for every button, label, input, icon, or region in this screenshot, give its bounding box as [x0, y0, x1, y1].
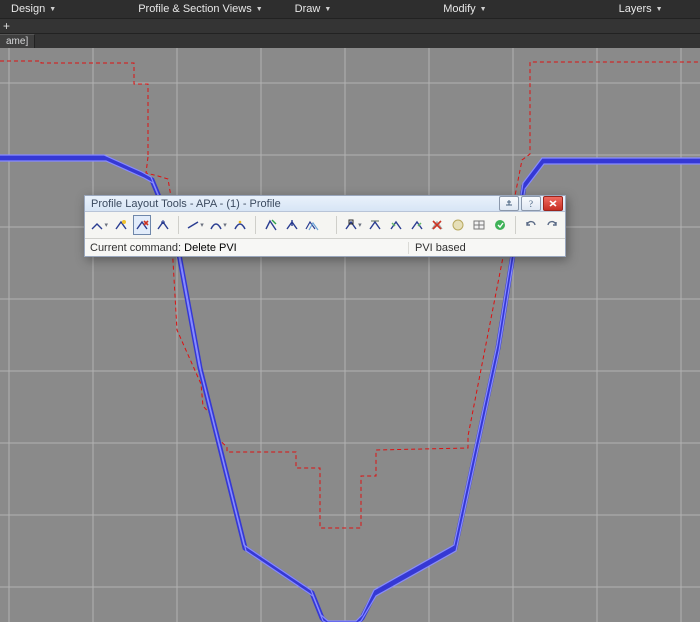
- raise-lower-pvi-icon[interactable]: [283, 215, 301, 235]
- menu-modify[interactable]: Modify▼: [437, 0, 492, 18]
- submenu-strip: +: [0, 18, 700, 34]
- chevron-down-icon: ▼: [656, 6, 663, 13]
- status-bar: Current command: Delete PVI PVI based: [85, 239, 565, 256]
- profile-canvas: [0, 48, 700, 622]
- pvi-station-icon[interactable]: [366, 215, 384, 235]
- status-label: Current command: Delete PVI: [85, 242, 237, 254]
- chevron-down-icon: ▼: [49, 6, 56, 13]
- fixed-curve-icon[interactable]: ▾: [208, 215, 228, 235]
- insert-pvi-icon[interactable]: [112, 215, 130, 235]
- profile-properties-icon[interactable]: [491, 215, 509, 235]
- separator: [178, 216, 179, 234]
- convert-tangent-icon[interactable]: [262, 215, 280, 235]
- chevron-down-icon: ▼: [324, 6, 331, 13]
- menu-draw[interactable]: Draw▼: [289, 0, 338, 18]
- menu-bar: Design▼ Profile & Section Views▼ Draw▼ M…: [0, 0, 700, 18]
- undo-icon[interactable]: [522, 215, 540, 235]
- float-curve-icon[interactable]: [231, 215, 249, 235]
- svg-text:?: ?: [529, 199, 533, 208]
- profile-grid-view-icon[interactable]: [470, 215, 488, 235]
- help-icon[interactable]: ?: [521, 196, 541, 211]
- redo-icon[interactable]: [543, 215, 561, 235]
- edit-best-fit-icon[interactable]: [449, 215, 467, 235]
- draw-tangent-icon[interactable]: ▾: [89, 215, 109, 235]
- select-pvi-icon[interactable]: ▾: [343, 215, 363, 235]
- chevron-down-icon: ▼: [256, 6, 263, 13]
- chevron-down-icon: ▾: [358, 221, 362, 229]
- delete-pvi-icon[interactable]: [133, 215, 151, 235]
- pin-icon[interactable]: [499, 196, 519, 211]
- plus-icon[interactable]: +: [0, 19, 10, 33]
- profile-viewport[interactable]: Profile Layout Tools - APA - (1) - Profi…: [0, 48, 700, 622]
- chevron-down-icon: ▾: [223, 221, 227, 229]
- menu-design[interactable]: Design▼: [5, 0, 62, 18]
- chevron-down-icon: ▼: [480, 6, 487, 13]
- window-titlebar[interactable]: Profile Layout Tools - APA - (1) - Profi…: [85, 196, 565, 212]
- pvi-grade-in-icon[interactable]: [387, 215, 405, 235]
- delete-entity-icon[interactable]: [429, 215, 447, 235]
- pvi-grade-out-icon[interactable]: [408, 215, 426, 235]
- status-mode: PVI based: [408, 242, 565, 254]
- separator: [255, 216, 256, 234]
- copy-profile-icon[interactable]: [304, 215, 322, 235]
- separator: [336, 216, 337, 234]
- menu-profile-section-views[interactable]: Profile & Section Views▼: [132, 0, 268, 18]
- toolbar: ▾ ▾ ▾ ▾: [85, 212, 565, 239]
- close-icon[interactable]: [543, 196, 563, 211]
- separator: [515, 216, 516, 234]
- profile-layout-tools-window[interactable]: Profile Layout Tools - APA - (1) - Profi…: [84, 195, 566, 257]
- drawing-tab[interactable]: ame]: [0, 34, 35, 48]
- fixed-tangent-icon[interactable]: ▾: [185, 215, 205, 235]
- chevron-down-icon: ▾: [104, 221, 108, 229]
- move-pvi-icon[interactable]: [154, 215, 172, 235]
- drawing-tab-strip: ame]: [0, 34, 700, 48]
- window-title: Profile Layout Tools - APA - (1) - Profi…: [91, 198, 281, 210]
- menu-layers[interactable]: Layers▼: [613, 0, 669, 18]
- chevron-down-icon: ▾: [200, 221, 204, 229]
